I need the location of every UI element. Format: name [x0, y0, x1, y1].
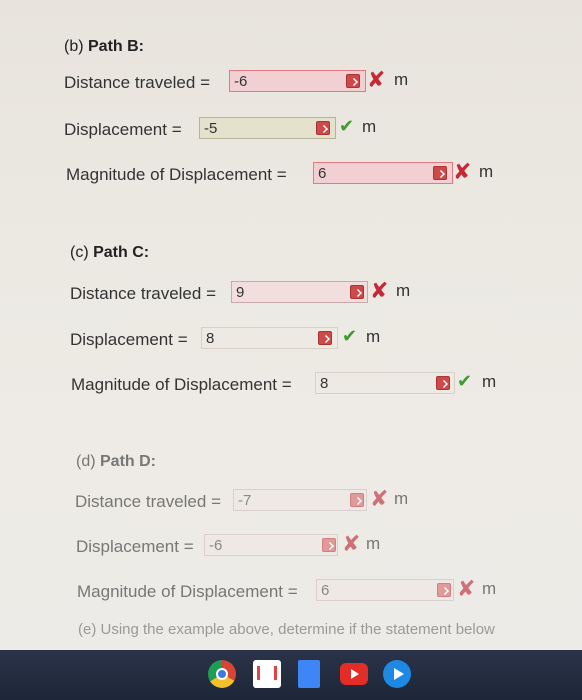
incorrect-x-icon: ✘ [367, 67, 386, 92]
flag-icon[interactable] [322, 538, 336, 552]
path-d-distance-row: Distance traveled = -7 ✘ m [0, 486, 582, 515]
path-c-title: (c) Path C: [70, 244, 149, 262]
magnitude-input[interactable]: 6 [313, 162, 453, 184]
unit-label: m [394, 70, 409, 89]
path-c-distance-row: Distance traveled = 9 ✘ m [0, 278, 582, 307]
flag-icon[interactable] [316, 121, 330, 135]
path-d-title-prefix: (d) [76, 453, 100, 470]
path-c-title-bold: Path C: [93, 244, 150, 261]
path-b-title: (b) Path B: [64, 38, 144, 56]
flag-icon[interactable] [346, 74, 360, 88]
magnitude-label: Magnitude of Displacement = [66, 165, 287, 184]
incorrect-x-icon: ✘ [370, 278, 389, 303]
path-b-title-bold: Path B: [88, 38, 144, 55]
incorrect-x-icon: ✘ [370, 486, 389, 511]
play-icon[interactable] [383, 660, 411, 688]
flag-icon[interactable] [437, 583, 451, 597]
chrome-icon[interactable] [208, 660, 236, 688]
magnitude-label: Magnitude of Displacement = [77, 582, 298, 601]
path-d-magnitude-row: Magnitude of Displacement = 6 ✘ m [0, 576, 582, 605]
distance-input[interactable]: -7 [233, 489, 367, 511]
incorrect-x-icon: ✘ [342, 531, 361, 556]
unit-label: m [362, 117, 377, 136]
incorrect-x-icon: ✘ [457, 576, 476, 601]
path-b-distance-row: Distance traveled = -6 ✘ m [0, 67, 582, 96]
unit-label: m [394, 489, 409, 508]
unit-label: m [479, 162, 494, 181]
path-c-title-prefix: (c) [70, 244, 94, 261]
path-b-title-prefix: (b) [64, 38, 88, 55]
unit-label: m [366, 534, 381, 553]
flag-icon[interactable] [436, 376, 450, 390]
flag-icon[interactable] [433, 166, 447, 180]
flag-icon[interactable] [318, 331, 332, 345]
displacement-label: Displacement = [64, 120, 182, 139]
unit-label: m [482, 579, 497, 598]
path-d-displacement-row: Displacement = -6 ✘ m [0, 531, 582, 560]
page: (b) Path B: Distance traveled = -6 ✘ m D… [0, 0, 582, 650]
distance-label: Distance traveled = [64, 73, 210, 92]
flag-icon[interactable] [350, 285, 364, 299]
path-d-title: (d) Path D: [76, 453, 156, 471]
correct-check-icon: ✔ [457, 371, 473, 391]
part-e-prompt: (e) Using the example above, determine i… [78, 621, 495, 638]
docs-icon[interactable] [298, 660, 320, 688]
gmail-icon[interactable] [253, 660, 281, 688]
correct-check-icon: ✔ [339, 116, 355, 136]
flag-icon[interactable] [350, 493, 364, 507]
distance-input[interactable]: 9 [231, 281, 368, 303]
path-c-magnitude-row: Magnitude of Displacement = 8 ✔ m [0, 371, 582, 398]
displacement-label: Displacement = [76, 537, 194, 556]
taskbar [0, 650, 582, 700]
displacement-input[interactable]: -6 [204, 534, 338, 556]
magnitude-label: Magnitude of Displacement = [71, 375, 292, 394]
unit-label: m [366, 327, 381, 346]
path-c-displacement-row: Displacement = 8 ✔ m [0, 326, 582, 353]
distance-label: Distance traveled = [70, 284, 216, 303]
magnitude-input[interactable]: 6 [316, 579, 454, 601]
displacement-label: Displacement = [70, 330, 188, 349]
magnitude-input[interactable]: 8 [315, 372, 455, 394]
incorrect-x-icon: ✘ [453, 159, 472, 184]
distance-label: Distance traveled = [75, 492, 221, 511]
unit-label: m [396, 281, 411, 300]
path-d-title-bold: Path D: [100, 453, 156, 470]
correct-check-icon: ✔ [342, 326, 358, 346]
path-b-displacement-row: Displacement = -5 ✔ m [0, 116, 582, 143]
unit-label: m [482, 372, 497, 391]
path-b-magnitude-row: Magnitude of Displacement = 6 ✘ m [0, 159, 582, 188]
youtube-icon[interactable] [340, 663, 368, 685]
